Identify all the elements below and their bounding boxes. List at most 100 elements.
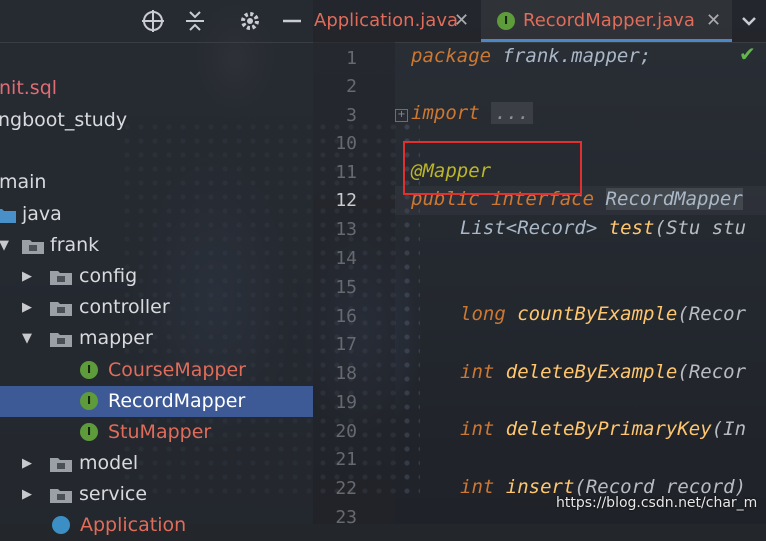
tab-application-java[interactable]: Application.java ✕ (313, 0, 481, 42)
keyword: int (460, 476, 495, 498)
code-line-package: package frank.mapper; (411, 45, 651, 67)
source-folder-icon (0, 209, 16, 223)
chevron-right-icon[interactable]: ▶ (18, 292, 36, 323)
checkmark-icon: ✔ (739, 42, 756, 66)
code-line-import: import ... (411, 102, 534, 124)
tree-item-label: service (79, 483, 148, 505)
tree-item-init-sql[interactable]: nit.sql (0, 73, 313, 104)
annotation-highlight-box (403, 141, 582, 195)
tree-item-java[interactable]: java (0, 199, 313, 230)
tree-item-label: CourseMapper (108, 359, 246, 381)
tree-item-label: ngboot_study (0, 109, 128, 131)
tree-item-stu-mapper[interactable]: I StuMapper (0, 417, 313, 448)
line-number-gutter: 1 2 3 10 11 12 13 14 15 16 17 18 19 20 2… (313, 42, 395, 528)
package-folder-icon (50, 333, 72, 347)
tab-label: Application.java (314, 10, 459, 31)
code-line-18: int deleteByExample(Recor (460, 361, 746, 383)
minimize-icon[interactable] (279, 8, 305, 34)
tree-item-mapper[interactable]: ▼ mapper (0, 323, 313, 354)
watermark: https://blog.csdn.net/char_m (556, 495, 758, 511)
sidebar-toolbar (0, 0, 313, 43)
code-editor[interactable]: + package frank.mapper; import ... @Mapp… (395, 42, 766, 524)
fold-expand-icon[interactable]: + (395, 109, 408, 122)
tree-item-label: java (22, 203, 62, 225)
code-line-16: long countByExample(Recor (460, 303, 746, 325)
tab-label: RecordMapper.java (523, 10, 695, 31)
line-number: 17 (335, 334, 357, 355)
tree-item-service[interactable]: ▶ service (0, 479, 313, 510)
keyword: import (411, 102, 480, 124)
tree-item-label: config (79, 265, 138, 287)
params: (In (711, 418, 747, 440)
tree-item-label: StuMapper (108, 421, 212, 443)
tree-item-label: RecordMapper (108, 390, 246, 412)
tree-item-config[interactable]: ▶ config (0, 261, 313, 292)
line-number: 12 (335, 190, 357, 211)
keyword: int (460, 361, 495, 383)
interface-icon: I (80, 423, 98, 441)
tree-item-label: frank (50, 234, 100, 256)
chevron-down-icon[interactable]: ▼ (0, 230, 13, 261)
method-name: countByExample (517, 303, 678, 325)
gear-icon[interactable] (237, 8, 263, 34)
tree-item-label: controller (79, 296, 170, 318)
close-icon[interactable]: ✕ (706, 0, 721, 42)
package-folder-icon (50, 302, 72, 316)
keyword: long (460, 303, 506, 325)
line-number: 19 (335, 392, 357, 413)
tree-item-frank[interactable]: ▼ frank (0, 230, 313, 261)
editor-tabs: Application.java ✕ I RecordMapper.java ✕ (313, 0, 766, 43)
keyword: package (411, 45, 492, 67)
chevron-right-icon[interactable]: ▶ (18, 448, 36, 479)
keyword: int (460, 418, 495, 440)
identifier: RecordMapper (605, 188, 743, 210)
line-number: 11 (335, 162, 357, 183)
line-number: 13 (335, 219, 357, 240)
line-number: 1 (346, 48, 357, 69)
tree-item-course-mapper[interactable]: I CourseMapper (0, 355, 313, 386)
line-number: 23 (335, 507, 357, 528)
line-number: 14 (335, 248, 357, 269)
target-icon[interactable] (140, 8, 166, 34)
tree-item-label: nit.sql (0, 77, 58, 99)
tab-record-mapper-java[interactable]: I RecordMapper.java ✕ (481, 0, 732, 42)
method-name: deleteByPrimaryKey (505, 418, 712, 440)
code-line-13: List<Record> test(Stu stu (460, 217, 746, 239)
chevron-right-icon[interactable]: ▶ (18, 261, 36, 292)
line-number: 3 (346, 105, 357, 126)
package-folder-icon (22, 240, 44, 254)
line-number: 2 (346, 76, 357, 97)
line-number: 15 (335, 277, 357, 298)
tree-item-project[interactable]: ngboot_study (0, 105, 313, 136)
params: (Stu stu (654, 217, 747, 239)
tree-item-application[interactable]: Application (0, 510, 313, 541)
package-folder-icon (50, 489, 72, 503)
folded-import-block[interactable]: ... (491, 102, 534, 124)
tab-overflow-chevron-icon[interactable] (732, 0, 766, 42)
line-number: 20 (335, 421, 357, 442)
chevron-right-icon[interactable]: ▶ (18, 479, 36, 510)
line-number: 22 (335, 478, 357, 499)
code-line-20: int deleteByPrimaryKey(In (460, 418, 746, 440)
package-folder-icon (50, 271, 72, 285)
interface-icon: I (80, 392, 98, 410)
method-name: deleteByExample (505, 361, 678, 383)
method-name: test (608, 217, 655, 239)
interface-icon: I (80, 361, 98, 379)
params: (Recor (677, 361, 747, 383)
tree-item-controller[interactable]: ▶ controller (0, 292, 313, 323)
tree-item-model[interactable]: ▶ model (0, 448, 313, 479)
collapse-icon[interactable] (182, 8, 208, 34)
chevron-down-icon[interactable]: ▼ (18, 323, 36, 354)
tree-item-label: model (79, 452, 139, 474)
line-number: 16 (335, 306, 357, 327)
identifier: frank.mapper; (502, 45, 652, 67)
close-icon[interactable]: ✕ (454, 0, 469, 42)
line-number: 21 (335, 449, 357, 470)
tree-item-main[interactable]: main (0, 167, 313, 198)
tree-item-record-mapper[interactable]: I RecordMapper (0, 386, 313, 417)
interface-icon: I (497, 12, 515, 30)
type: List<Record> (460, 217, 598, 239)
tree-item-label: Application (80, 514, 187, 536)
package-folder-icon (50, 458, 72, 472)
